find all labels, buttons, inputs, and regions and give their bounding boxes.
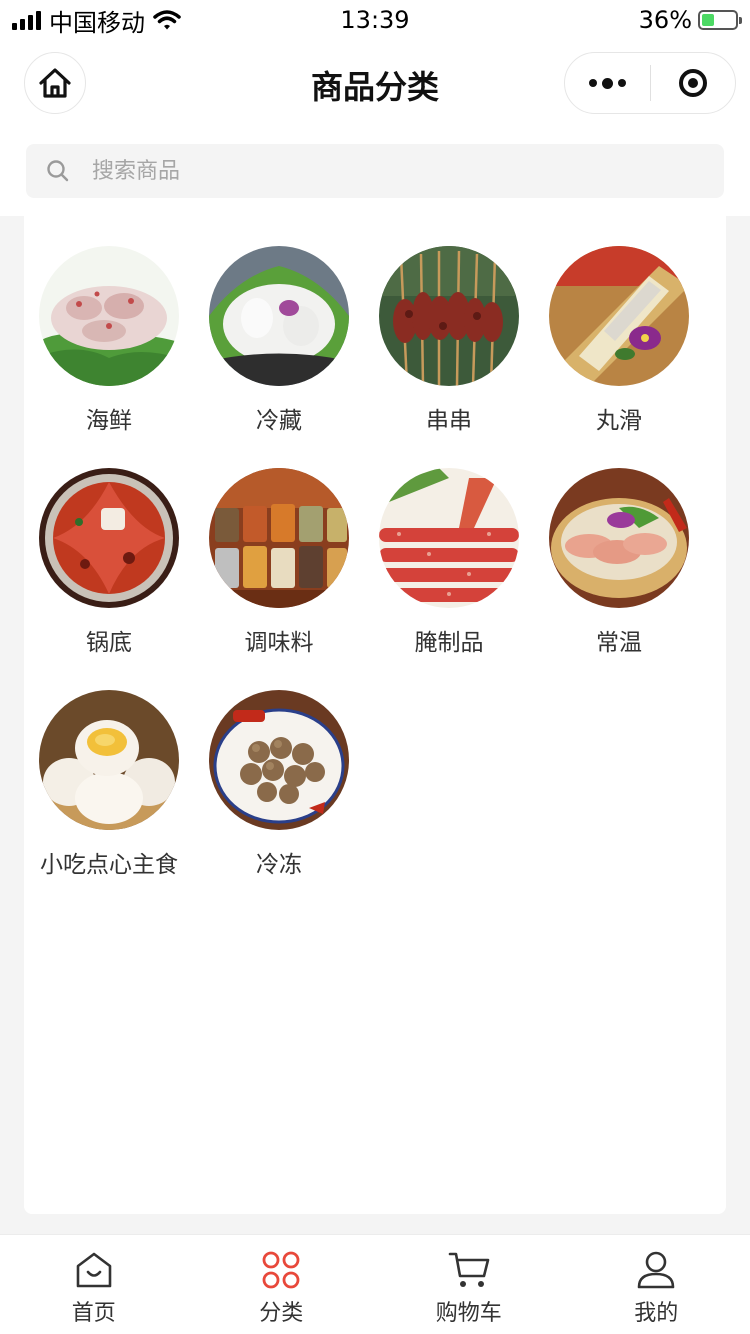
chilled-image [209, 246, 349, 386]
tab-cart[interactable]: 购物车 [375, 1235, 563, 1334]
paste-image [549, 246, 689, 386]
tab-label: 分类 [259, 1301, 304, 1326]
category-label: 冷藏 [256, 408, 302, 434]
search-box[interactable] [26, 144, 724, 198]
cart-icon [448, 1249, 490, 1291]
category-grid-icon [260, 1249, 302, 1291]
tab-mine[interactable]: 我的 [563, 1235, 750, 1334]
nav-bar: 商品分类 [0, 40, 750, 130]
hotpot-base-image [39, 468, 179, 608]
category-label: 冷冻 [256, 852, 302, 878]
category-label: 串串 [426, 408, 472, 434]
category-item-room-temp[interactable]: 常温 [534, 468, 704, 690]
tab-label: 我的 [634, 1301, 679, 1326]
status-bar: 中国移动 13:39 36% [0, 0, 750, 40]
tab-label: 购物车 [435, 1301, 502, 1326]
battery-level [702, 14, 714, 26]
category-label: 锅底 [86, 630, 132, 656]
seafood-image [39, 246, 179, 386]
cured-meat-image [379, 468, 519, 608]
battery-icon [698, 10, 742, 30]
category-item-paste[interactable]: 丸滑 [534, 246, 704, 468]
category-label: 调味料 [244, 630, 314, 656]
frozen-image [209, 690, 349, 830]
category-label: 海鲜 [86, 408, 132, 434]
search-area [0, 130, 750, 216]
category-item-chilled[interactable]: 冷藏 [194, 246, 364, 468]
category-item-frozen[interactable]: 冷冻 [194, 690, 364, 912]
category-item-cured[interactable]: 腌制品 [364, 468, 534, 690]
skewers-image [379, 246, 519, 386]
tab-home[interactable]: 首页 [0, 1235, 188, 1334]
search-input[interactable] [90, 157, 654, 185]
category-label: 丸滑 [596, 408, 642, 434]
close-button[interactable] [651, 53, 736, 113]
more-dots-icon [588, 77, 626, 89]
home-bag-icon [73, 1249, 115, 1291]
mini-program-capsule [564, 52, 736, 114]
snack-image [39, 690, 179, 830]
category-label: 常温 [596, 630, 642, 656]
category-panel: 海鲜 冷藏 串串 丸滑 锅底 调味料 腌制品 常温 小吃点心主食 冷冻 [24, 216, 726, 1214]
seasoning-image [209, 468, 349, 608]
category-label: 腌制品 [414, 630, 484, 656]
category-item-snacks[interactable]: 小吃点心主食 [24, 690, 194, 912]
tab-category[interactable]: 分类 [188, 1235, 376, 1334]
target-circle-icon [678, 69, 707, 97]
category-item-hotpot-base[interactable]: 锅底 [24, 468, 194, 690]
search-icon [46, 157, 74, 185]
room-temp-image [549, 468, 689, 608]
category-item-skewers[interactable]: 串串 [364, 246, 534, 468]
tab-label: 首页 [71, 1301, 116, 1326]
status-right: 36% [638, 4, 742, 36]
category-grid: 海鲜 冷藏 串串 丸滑 锅底 调味料 腌制品 常温 小吃点心主食 冷冻 [24, 246, 726, 912]
category-item-seafood[interactable]: 海鲜 [24, 246, 194, 468]
more-button[interactable] [565, 53, 650, 113]
user-icon [635, 1249, 677, 1291]
status-time: 13:39 [340, 6, 410, 34]
tab-bar: 首页 分类 购物车 我的 [0, 1234, 750, 1334]
category-label: 小吃点心主食 [40, 852, 178, 878]
battery-percent: 36% [638, 6, 692, 34]
category-item-seasoning[interactable]: 调味料 [194, 468, 364, 690]
